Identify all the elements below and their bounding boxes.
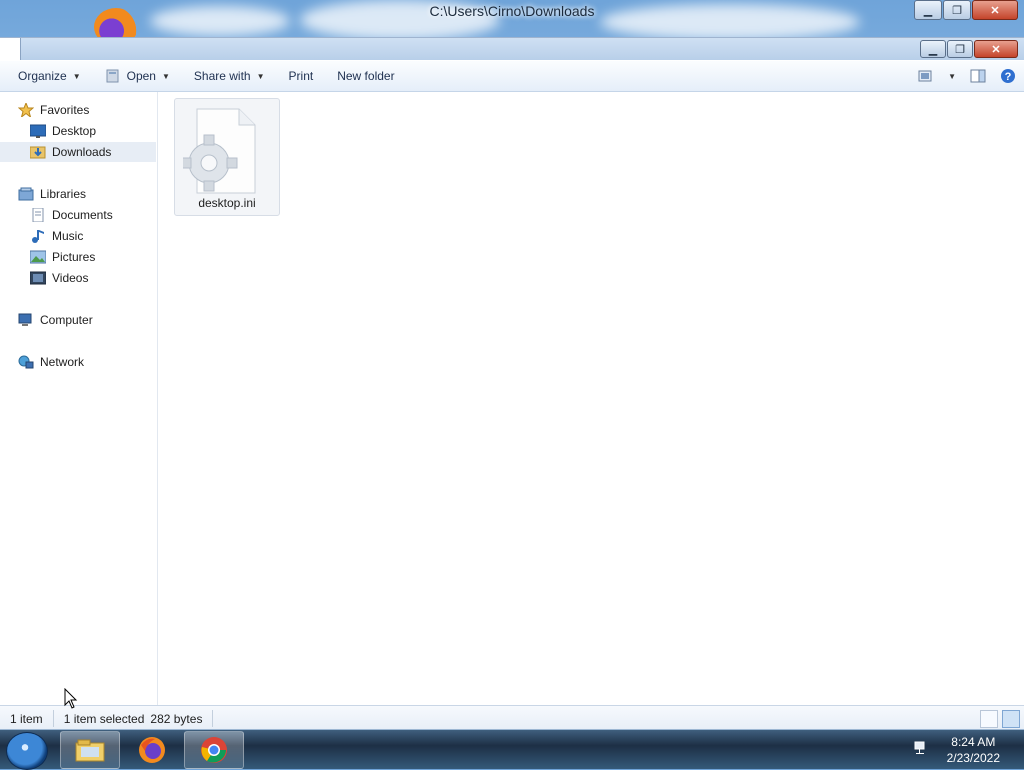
nav-pictures[interactable]: Pictures <box>29 247 96 267</box>
open-button[interactable]: Open ▼ <box>93 61 182 91</box>
svg-text:?: ? <box>1005 71 1012 83</box>
file-list: desktop.ini <box>158 92 1024 710</box>
mouse-cursor-icon <box>64 688 78 709</box>
chevron-down-icon: ▼ <box>72 71 81 81</box>
nav-desktop[interactable]: Desktop <box>29 121 97 141</box>
selection-info: 1 item selected 282 bytes <box>54 710 214 727</box>
help-icon: ? <box>1001 69 1015 83</box>
clock[interactable]: 8:24 AM 2/23/2022 <box>947 734 1000 766</box>
minimize-icon: ▁ <box>923 4 933 17</box>
window-title: C:\Users\Cirno\Downloads <box>429 3 595 19</box>
taskbar-firefox-button[interactable] <box>122 731 182 769</box>
explorer-window: ▁ ❐ ✕ Organize ▼ Open ▼ Share with ▼ Pri… <box>0 37 1024 731</box>
change-view-button[interactable] <box>918 69 934 83</box>
inner-close-button[interactable]: ✕ <box>974 40 1018 58</box>
organize-button[interactable]: Organize ▼ <box>0 61 93 91</box>
nav-label: Pictures <box>52 250 96 264</box>
minimize-button[interactable]: ▁ <box>914 0 942 20</box>
computer-icon <box>18 313 34 327</box>
inner-titlebar[interactable]: ▁ ❐ ✕ <box>20 38 1024 60</box>
print-label: Print <box>288 69 314 83</box>
new-folder-button[interactable]: New folder <box>325 61 406 91</box>
preview-pane-button[interactable] <box>970 69 986 83</box>
nav-videos[interactable]: Videos <box>29 268 89 288</box>
large-icons-view-button[interactable] <box>1002 710 1020 728</box>
nav-label: Network <box>40 355 85 369</box>
window-titlebar[interactable]: C:\Users\Cirno\Downloads ▁ ❐ ✕ <box>0 0 1024 38</box>
navigation-pane: Favorites Desktop Downloads Libraries Do… <box>0 92 158 710</box>
print-button[interactable]: Print <box>277 61 326 91</box>
organize-label: Organize <box>18 69 67 83</box>
nav-label: Desktop <box>52 124 97 138</box>
documents-icon <box>30 207 46 223</box>
system-tray: 8:24 AM 2/23/2022 <box>913 730 1024 769</box>
nav-label: Documents <box>52 208 113 222</box>
downloads-folder-icon <box>29 145 46 159</box>
status-bar: 1 item 1 item selected 282 bytes <box>0 705 1024 731</box>
desktop-icon <box>29 124 47 138</box>
share-with-button[interactable]: Share with ▼ <box>182 61 277 91</box>
start-button[interactable] <box>6 732 48 770</box>
taskbar: 8:24 AM 2/23/2022 <box>0 729 1024 770</box>
nav-documents[interactable]: Documents <box>30 205 113 225</box>
share-with-label: Share with <box>193 69 251 83</box>
music-icon <box>30 229 46 243</box>
chevron-down-icon: ▼ <box>256 71 265 81</box>
file-item-desktop-ini[interactable]: desktop.ini <box>174 98 280 216</box>
close-icon: ✕ <box>991 43 1001 56</box>
nav-favorites[interactable]: Favorites <box>17 100 90 120</box>
inner-restore-button[interactable]: ❐ <box>947 40 973 58</box>
nav-label: Computer <box>40 313 93 327</box>
network-tray-icon[interactable] <box>913 740 929 759</box>
inner-minimize-button[interactable]: ▁ <box>920 40 946 58</box>
nav-label: Music <box>52 229 84 243</box>
nav-downloads[interactable]: Downloads <box>0 142 156 162</box>
selected-count: 1 item selected <box>63 711 145 726</box>
chrome-icon <box>201 737 227 763</box>
nav-label: Downloads <box>52 145 112 159</box>
settings-file-icon <box>180 107 261 195</box>
firefox-icon <box>139 737 165 763</box>
chevron-down-icon: ▼ <box>161 71 170 81</box>
close-icon: ✕ <box>990 4 1000 17</box>
nav-label: Favorites <box>40 103 90 117</box>
open-icon <box>105 69 121 83</box>
explorer-icon <box>75 739 105 762</box>
clock-time: 8:24 AM <box>951 734 996 749</box>
item-count: 1 item <box>0 710 54 727</box>
libraries-icon <box>18 187 34 201</box>
taskbar-explorer-button[interactable] <box>60 731 120 769</box>
pictures-icon <box>29 250 47 264</box>
help-button[interactable]: ? <box>1000 69 1016 83</box>
file-name: desktop.ini <box>198 196 256 210</box>
command-bar: Organize ▼ Open ▼ Share with ▼ Print New… <box>0 61 1024 92</box>
restore-button[interactable]: ❐ <box>943 0 971 20</box>
taskbar-chrome-button[interactable] <box>184 731 244 769</box>
view-icon <box>918 70 932 82</box>
network-icon <box>18 355 34 369</box>
restore-icon: ❐ <box>955 43 965 56</box>
star-icon <box>17 101 35 119</box>
open-label: Open <box>126 69 156 83</box>
clock-date: 2/23/2022 <box>946 750 1000 765</box>
nav-libraries[interactable]: Libraries <box>18 184 86 204</box>
minimize-icon: ▁ <box>928 43 938 56</box>
new-folder-label: New folder <box>337 69 395 83</box>
view-options-chevron-icon[interactable]: ▼ <box>948 72 956 81</box>
nav-label: Videos <box>52 271 89 285</box>
nav-label: Libraries <box>40 187 87 201</box>
close-button[interactable]: ✕ <box>972 0 1018 20</box>
nav-music[interactable]: Music <box>30 226 83 246</box>
videos-icon <box>29 271 47 285</box>
restore-icon: ❐ <box>952 4 962 17</box>
nav-computer[interactable]: Computer <box>18 310 93 330</box>
selected-size: 282 bytes <box>150 711 203 726</box>
preview-pane-icon <box>970 69 986 83</box>
nav-network[interactable]: Network <box>18 352 84 372</box>
details-view-button[interactable] <box>980 710 998 728</box>
